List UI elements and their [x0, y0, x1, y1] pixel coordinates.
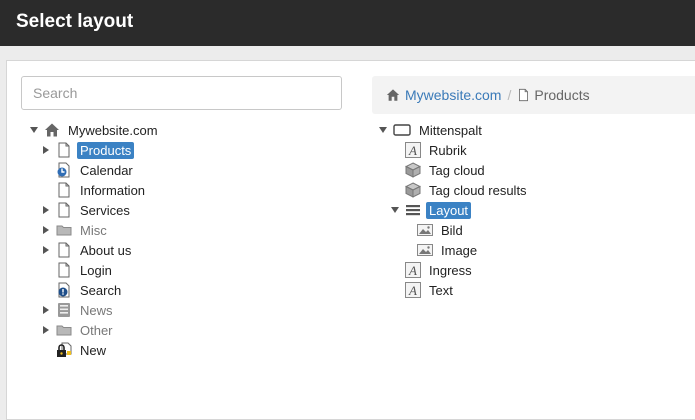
- page-icon: [517, 88, 530, 102]
- news-archive-icon: [56, 302, 72, 318]
- search-input[interactable]: [21, 76, 342, 110]
- page-icon: [56, 182, 72, 198]
- expand-right-icon[interactable]: [40, 305, 52, 315]
- screen-icon: [393, 122, 411, 138]
- image-icon: [417, 242, 433, 258]
- tree-item-label: Rubrik: [429, 142, 467, 158]
- tree-item-label: Services: [80, 202, 130, 218]
- folder-icon: [56, 322, 72, 338]
- tree-item-label: Mywebsite.com: [68, 122, 158, 138]
- home-icon: [44, 122, 60, 138]
- breadcrumb-separator: /: [507, 87, 512, 103]
- search-page-icon: [56, 282, 72, 298]
- page-icon: [56, 262, 72, 278]
- tree-item-label: Products: [77, 141, 135, 159]
- tree-item-label: Other: [80, 322, 113, 338]
- home-icon: [386, 88, 400, 102]
- page-icon: [56, 142, 72, 158]
- tree-item-label: Tag cloud: [429, 162, 485, 178]
- breadcrumb: Mywebsite.com / Products: [372, 76, 695, 114]
- tree-item-products[interactable]: Products: [40, 140, 135, 160]
- tree-item-label: Calendar: [80, 162, 133, 178]
- layout-item-ingress[interactable]: Ingress: [389, 260, 475, 280]
- dialog-header: Select layout: [0, 0, 695, 46]
- layout-item-image[interactable]: Image: [401, 240, 480, 260]
- expand-right-icon[interactable]: [40, 245, 52, 255]
- tree-item-label: Mittenspalt: [419, 122, 482, 138]
- tree-item-news[interactable]: News: [40, 300, 116, 320]
- layout-item-text[interactable]: Text: [389, 280, 456, 300]
- tree-item-calendar[interactable]: Calendar: [40, 160, 136, 180]
- text-block-icon: [405, 142, 421, 158]
- folder-icon: [56, 222, 72, 238]
- tree-item-new[interactable]: New: [40, 340, 109, 360]
- layout-icon: [405, 202, 421, 218]
- tree-item-label: Information: [80, 182, 146, 198]
- tree-item-misc[interactable]: Misc: [40, 220, 110, 240]
- expand-down-icon[interactable]: [389, 205, 401, 215]
- expand-right-icon[interactable]: [40, 145, 52, 155]
- tree-item-label: News: [80, 302, 113, 318]
- tree-item-login[interactable]: Login: [40, 260, 115, 280]
- cube-icon: [405, 182, 421, 198]
- expand-down-icon[interactable]: [28, 125, 40, 135]
- layout-item-layout[interactable]: Layout: [389, 200, 472, 220]
- layout-item-rubrik[interactable]: Rubrik: [389, 140, 470, 160]
- tree-item-label: Ingress: [429, 262, 472, 278]
- layout-root-mittenspalt[interactable]: Mittenspalt: [377, 120, 485, 140]
- expand-down-icon[interactable]: [377, 125, 389, 135]
- tree-root-mywebsite[interactable]: Mywebsite.com: [28, 120, 161, 140]
- tree-item-label: Misc: [80, 222, 107, 238]
- breadcrumb-root-link[interactable]: Mywebsite.com: [405, 87, 501, 103]
- calendar-page-icon: [56, 162, 72, 178]
- page-icon: [56, 242, 72, 258]
- tree-item-label: Bild: [441, 222, 463, 238]
- text-block-icon: [405, 282, 421, 298]
- expand-right-icon[interactable]: [40, 225, 52, 235]
- layout-item-tag-cloud[interactable]: Tag cloud: [389, 160, 488, 180]
- tree-item-label: Login: [80, 262, 112, 278]
- page-icon: [56, 202, 72, 218]
- tree-item-label: Image: [441, 242, 478, 258]
- layout-item-tag-cloud-results[interactable]: Tag cloud results: [389, 180, 530, 200]
- tree-item-label: Search: [80, 282, 122, 298]
- locked-page-icon: [56, 342, 72, 358]
- dialog-title: Select layout: [16, 11, 134, 32]
- tree-item-label: Text: [429, 282, 453, 298]
- tree-item-label: New: [80, 342, 107, 358]
- tree-item-about-us[interactable]: About us: [40, 240, 134, 260]
- expand-right-icon[interactable]: [40, 205, 52, 215]
- tree-item-services[interactable]: Services: [40, 200, 133, 220]
- breadcrumb-current: Products: [534, 87, 590, 103]
- tree-item-other[interactable]: Other: [40, 320, 116, 340]
- expand-right-icon[interactable]: [40, 325, 52, 335]
- tree-item-search[interactable]: Search: [40, 280, 124, 300]
- layout-item-bild[interactable]: Bild: [401, 220, 466, 240]
- cube-icon: [405, 162, 421, 178]
- tree-item-label: Layout: [426, 201, 472, 219]
- tree-item-information[interactable]: Information: [40, 180, 148, 200]
- text-block-icon: [405, 262, 421, 278]
- tree-item-label: Tag cloud results: [429, 182, 527, 198]
- image-icon: [417, 222, 433, 238]
- tree-item-label: About us: [80, 242, 132, 258]
